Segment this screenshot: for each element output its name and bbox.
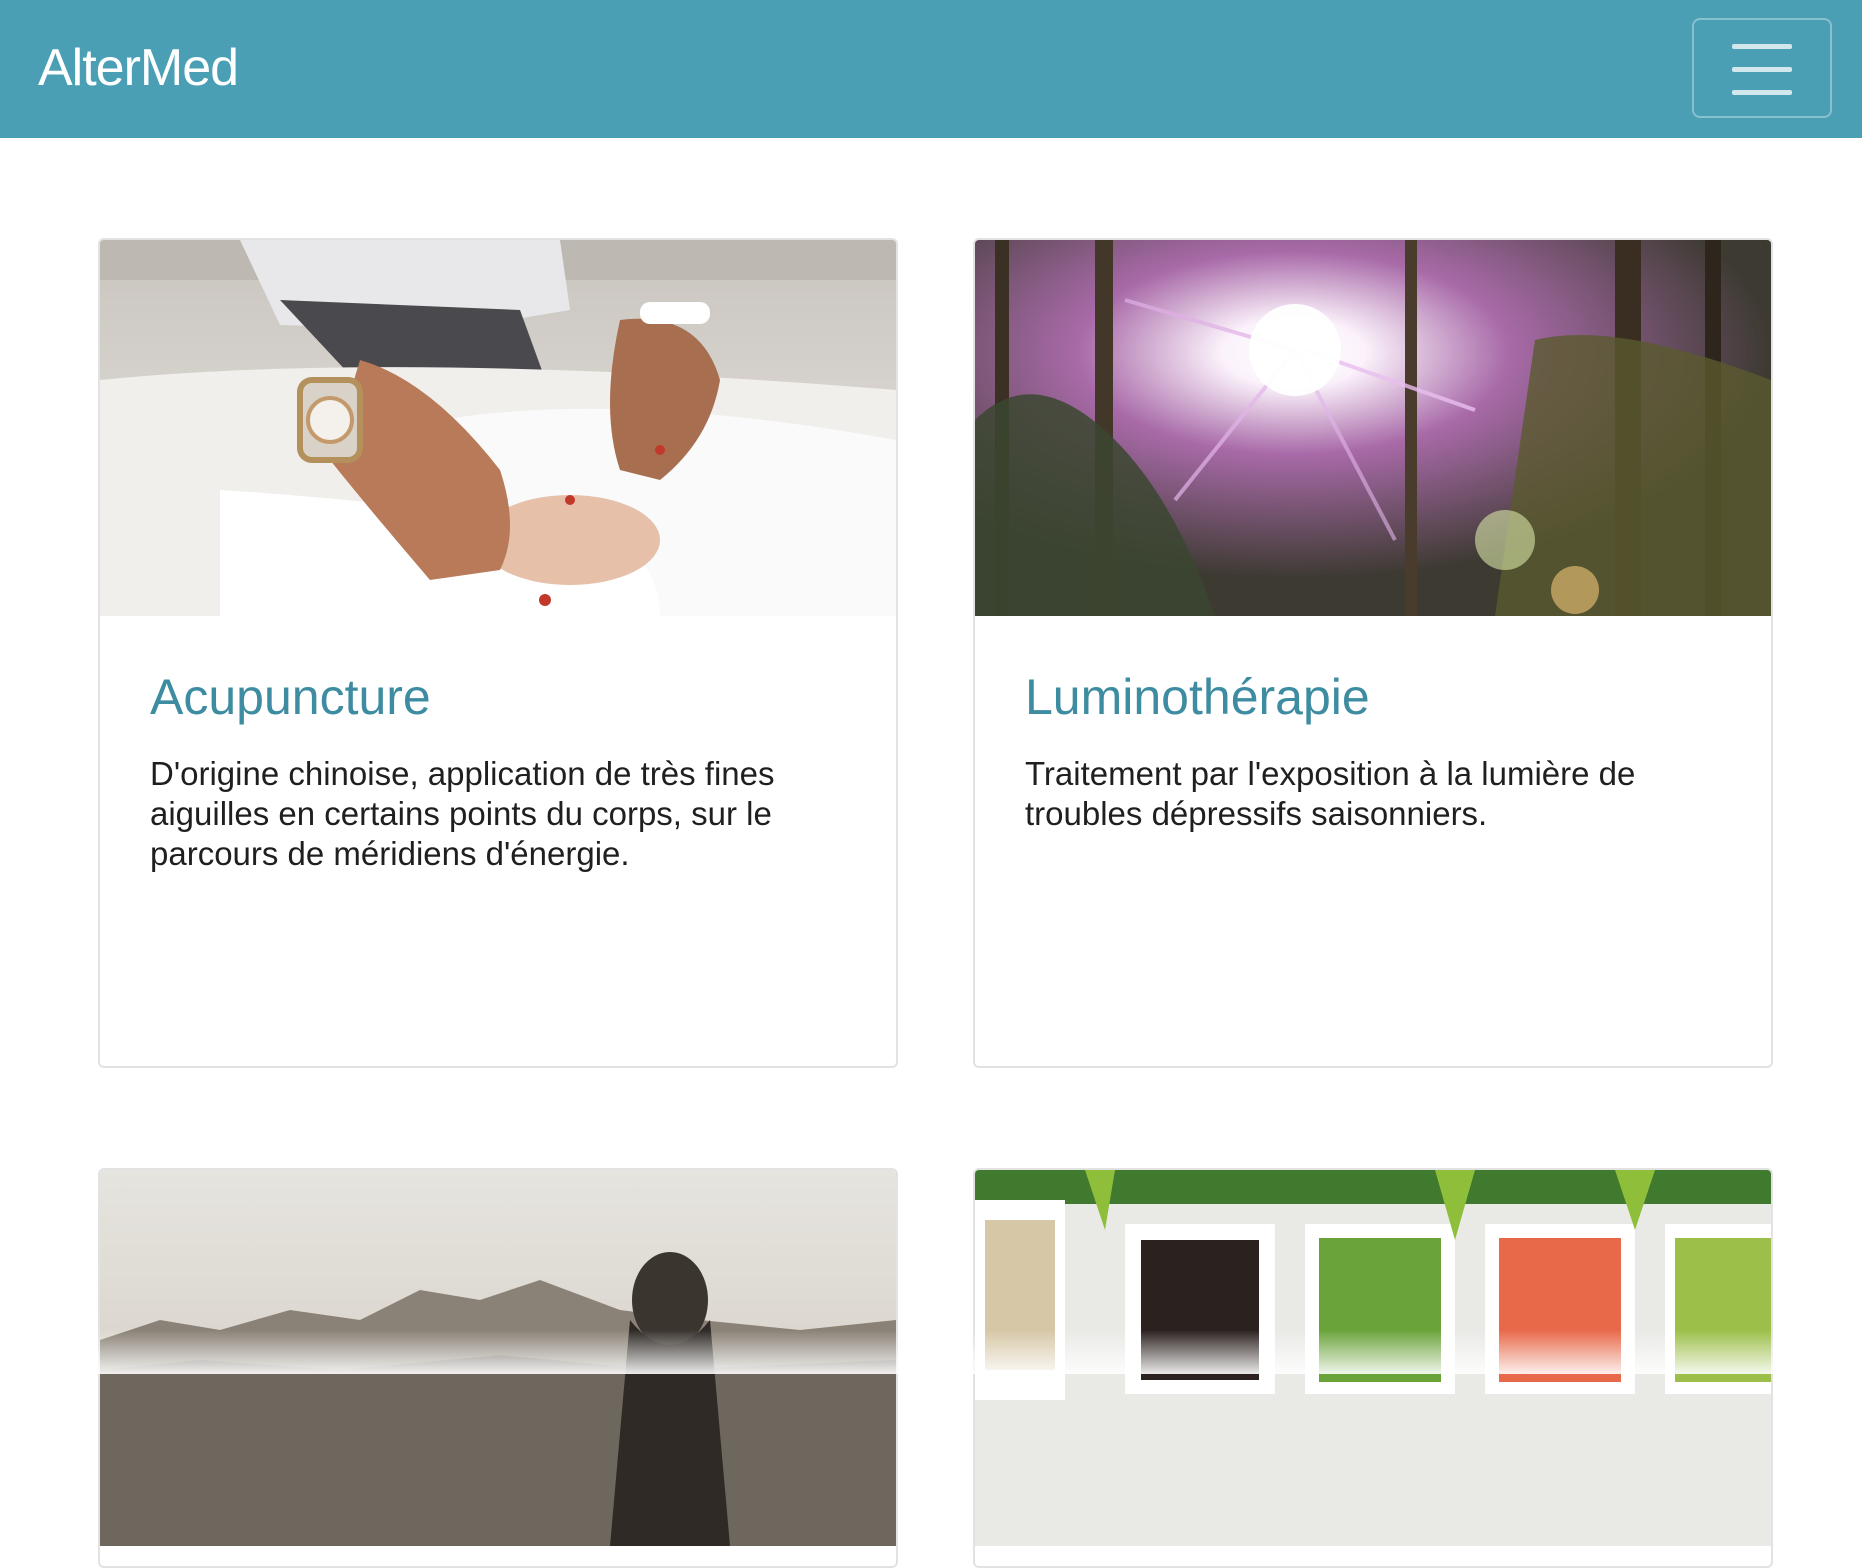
navbar: AlterMed <box>0 0 1862 138</box>
hamburger-bar <box>1732 67 1792 72</box>
card-acupuncture[interactable]: Acupuncture D'origine chinoise, applicat… <box>98 238 898 1068</box>
acupuncture-photo <box>100 240 896 616</box>
hamburger-bar <box>1732 90 1792 95</box>
menu-toggle-button[interactable] <box>1692 18 1832 118</box>
hamburger-menu-icon <box>1732 44 1792 49</box>
sunlit-forest-photo <box>975 240 1771 616</box>
brand-logo[interactable]: AlterMed <box>38 38 239 98</box>
card-luminotherapie[interactable]: Luminothérapie Traitement par l'expositi… <box>973 238 1773 1068</box>
card-title: Acupuncture <box>150 669 431 725</box>
card-title: Luminothérapie <box>1025 669 1370 725</box>
bottom-fade <box>0 1330 1862 1374</box>
card-text: D'origine chinoise, application de très … <box>150 755 775 872</box>
card-text: Traitement par l'exposition à la lumière… <box>1025 755 1636 832</box>
